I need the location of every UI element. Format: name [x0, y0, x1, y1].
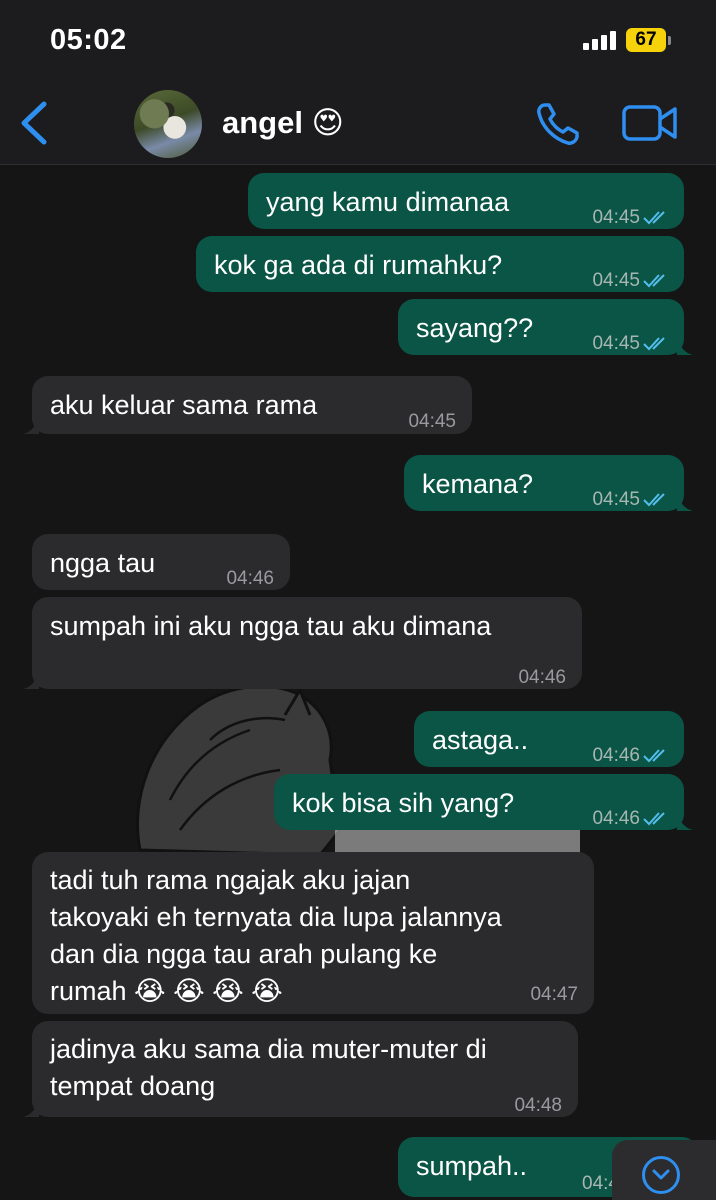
- message-text: tadi tuh rama ngajak aku jajan takoyaki …: [50, 865, 502, 1006]
- message-text: astaga..: [432, 725, 529, 755]
- message-text: aku keluar sama rama: [50, 390, 318, 420]
- message-text: kok bisa sih yang?: [292, 788, 515, 818]
- message-outgoing[interactable]: kok bisa sih yang? 04:46: [274, 774, 693, 830]
- message-incoming[interactable]: tadi tuh rama ngajak aku jajan takoyaki …: [32, 852, 594, 1014]
- message-outgoing[interactable]: kok ga ada di rumahku? 04:45: [196, 236, 684, 292]
- message-text: yang kamu dimanaa: [266, 187, 510, 217]
- message-incoming[interactable]: ngga tau 04:46: [32, 534, 290, 590]
- message-outgoing[interactable]: astaga.. 04:46: [414, 711, 684, 767]
- message-incoming[interactable]: jadinya aku sama dia muter-muter di temp…: [23, 1021, 578, 1117]
- status-time: 05:02: [50, 24, 127, 56]
- message-text: sumpah ini aku ngga tau aku dimana: [50, 611, 492, 641]
- message-time: 04:46: [518, 667, 566, 688]
- message-time: 04:46: [592, 808, 640, 829]
- message-meta: 04:45: [592, 325, 670, 363]
- message-time: 04:45: [592, 207, 640, 228]
- message-outgoing[interactable]: kemana? 04:45: [404, 455, 693, 511]
- double-check-icon: [643, 749, 665, 763]
- message-incoming[interactable]: aku keluar sama rama 04:45: [23, 376, 472, 434]
- message-outgoing[interactable]: sayang?? 04:45: [398, 299, 693, 355]
- double-check-icon: [643, 493, 665, 507]
- message-meta: 04:46: [592, 800, 670, 838]
- contact-name[interactable]: angel 😍: [222, 105, 344, 141]
- message-text: ngga tau: [50, 548, 156, 578]
- message-meta: 04:45: [592, 199, 670, 237]
- message-text: sayang??: [416, 313, 534, 343]
- message-meta: 04:45: [592, 481, 670, 519]
- message-time: 04:48: [514, 1095, 562, 1116]
- message-text: kok ga ada di rumahku?: [214, 250, 503, 280]
- message-text: kemana?: [422, 469, 534, 499]
- message-time: 04:45: [592, 270, 640, 291]
- double-check-icon: [643, 337, 665, 351]
- double-check-icon: [643, 211, 665, 225]
- message-meta: 04:45: [592, 262, 670, 300]
- video-camera-icon[interactable]: [622, 104, 678, 142]
- message-time: 04:45: [408, 411, 456, 432]
- message-outgoing[interactable]: yang kamu dimanaa 04:45: [248, 173, 684, 229]
- message-text: jadinya aku sama dia muter-muter di temp…: [50, 1034, 487, 1101]
- chevron-left-icon[interactable]: [16, 100, 50, 146]
- battery-level: 67: [626, 28, 666, 52]
- chevron-down-icon: [642, 1156, 680, 1194]
- battery-icon: 67: [626, 28, 672, 52]
- message-meta: 04:46: [592, 737, 670, 775]
- cellular-signal-icon: [583, 30, 619, 50]
- message-incoming[interactable]: sumpah ini aku ngga tau aku dimana 04:46: [23, 597, 582, 689]
- scroll-to-bottom-button[interactable]: [612, 1140, 716, 1200]
- chat-area[interactable]: yang kamu dimanaa 04:45 kok ga ada di ru…: [0, 165, 716, 1200]
- phone-icon[interactable]: [535, 101, 581, 147]
- double-check-icon: [643, 812, 665, 826]
- top-bar: 05:02 67 angel 😍: [0, 0, 716, 165]
- message-time: 04:45: [592, 489, 640, 510]
- avatar[interactable]: [134, 90, 202, 158]
- message-time: 04:46: [592, 745, 640, 766]
- double-check-icon: [643, 274, 665, 288]
- message-time: 04:46: [226, 568, 274, 589]
- message-time: 04:47: [530, 984, 578, 1005]
- message-text: sumpah..: [416, 1151, 528, 1181]
- message-time: 04:45: [592, 333, 640, 354]
